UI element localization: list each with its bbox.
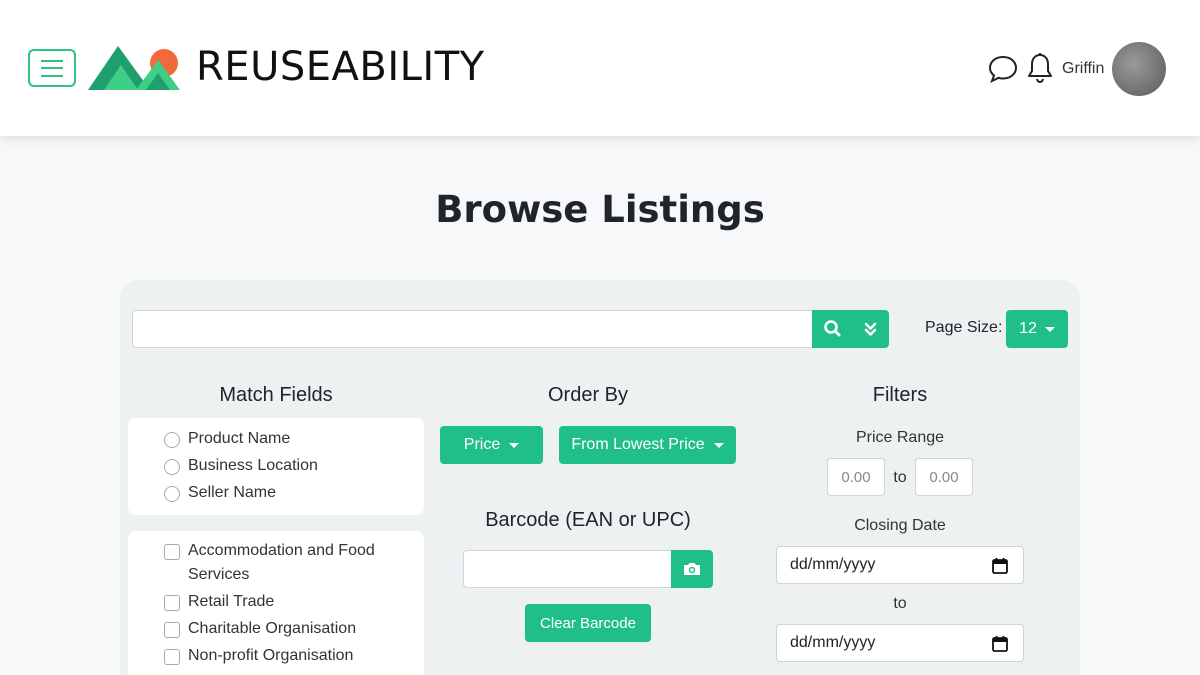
order-by-field-value: Price xyxy=(463,436,501,453)
closing-date-to-input[interactable]: dd/mm/yyyy xyxy=(776,624,1024,662)
double-chevron-down-icon xyxy=(864,322,877,336)
date-from-value: dd/mm/yyyy xyxy=(790,556,876,573)
checkbox[interactable] xyxy=(164,544,180,560)
checkbox[interactable] xyxy=(164,649,180,665)
business-type-accommodation[interactable]: Accommodation and Food Services xyxy=(164,542,394,587)
order-direction-dropdown[interactable]: From Lowest Price xyxy=(559,426,736,464)
calendar-icon[interactable] xyxy=(992,635,1008,652)
caret-down-icon xyxy=(713,442,724,448)
order-direction-value: From Lowest Price xyxy=(571,436,705,453)
caret-down-icon xyxy=(1044,326,1055,332)
bell-icon[interactable] xyxy=(1026,52,1054,84)
match-option-business-location[interactable]: Business Location xyxy=(164,457,318,478)
barcode-title: Barcode (EAN or UPC) xyxy=(485,509,691,531)
match-option-product-name[interactable]: Product Name xyxy=(164,430,290,451)
user-name[interactable]: Griffin xyxy=(1062,60,1104,78)
order-by-title: Order By xyxy=(547,384,629,406)
search-input[interactable] xyxy=(132,310,813,348)
menu-bar xyxy=(41,67,63,69)
radio-button[interactable] xyxy=(164,459,180,475)
checkbox[interactable] xyxy=(164,595,180,611)
brand-name[interactable]: REUSEABILITY xyxy=(196,44,485,90)
barcode-input[interactable] xyxy=(463,550,672,588)
price-max-input[interactable]: 0.00 xyxy=(915,458,973,496)
business-type-nonprofit[interactable]: Non-profit Organisation xyxy=(164,647,353,668)
checkbox[interactable] xyxy=(164,622,180,638)
calendar-icon[interactable] xyxy=(992,557,1008,574)
camera-icon xyxy=(684,563,700,575)
price-min-input[interactable]: 0.00 xyxy=(827,458,885,496)
filters-title: Filters xyxy=(872,384,928,406)
date-to-value: dd/mm/yyyy xyxy=(790,634,876,651)
chat-icon[interactable] xyxy=(988,55,1018,83)
page-size-value: 12 xyxy=(1019,320,1037,337)
closing-date-label: Closing Date xyxy=(854,517,946,534)
scan-barcode-button[interactable] xyxy=(671,550,713,588)
page-title: Browse Listings xyxy=(435,188,765,231)
advanced-search-toggle-button[interactable] xyxy=(852,310,889,348)
logo-icon[interactable] xyxy=(88,45,182,91)
match-option-seller-name[interactable]: Seller Name xyxy=(164,484,276,505)
closing-date-from-input[interactable]: dd/mm/yyyy xyxy=(776,546,1024,584)
clear-barcode-button[interactable]: Clear Barcode xyxy=(525,604,651,642)
search-icon xyxy=(824,320,841,337)
menu-bar xyxy=(41,75,63,77)
avatar[interactable] xyxy=(1112,42,1166,96)
page-size-label: Page Size: xyxy=(925,319,1003,336)
menu-toggle-button[interactable] xyxy=(28,49,76,87)
radio-button[interactable] xyxy=(164,432,180,448)
price-range-label: Price Range xyxy=(855,429,945,446)
menu-bar xyxy=(41,60,63,62)
navbar: REUSEABILITY Griffin xyxy=(0,0,1200,136)
search-button[interactable] xyxy=(812,310,853,348)
page-size-dropdown[interactable]: 12 xyxy=(1006,310,1068,348)
order-by-field-dropdown[interactable]: Price xyxy=(440,426,543,464)
radio-button[interactable] xyxy=(164,486,180,502)
match-fields-title: Match Fields xyxy=(219,384,333,406)
price-to-label: to xyxy=(893,469,907,486)
date-to-label: to xyxy=(893,595,907,612)
caret-down-icon xyxy=(509,442,520,448)
business-type-charitable[interactable]: Charitable Organisation xyxy=(164,620,356,641)
business-type-retail[interactable]: Retail Trade xyxy=(164,593,274,614)
